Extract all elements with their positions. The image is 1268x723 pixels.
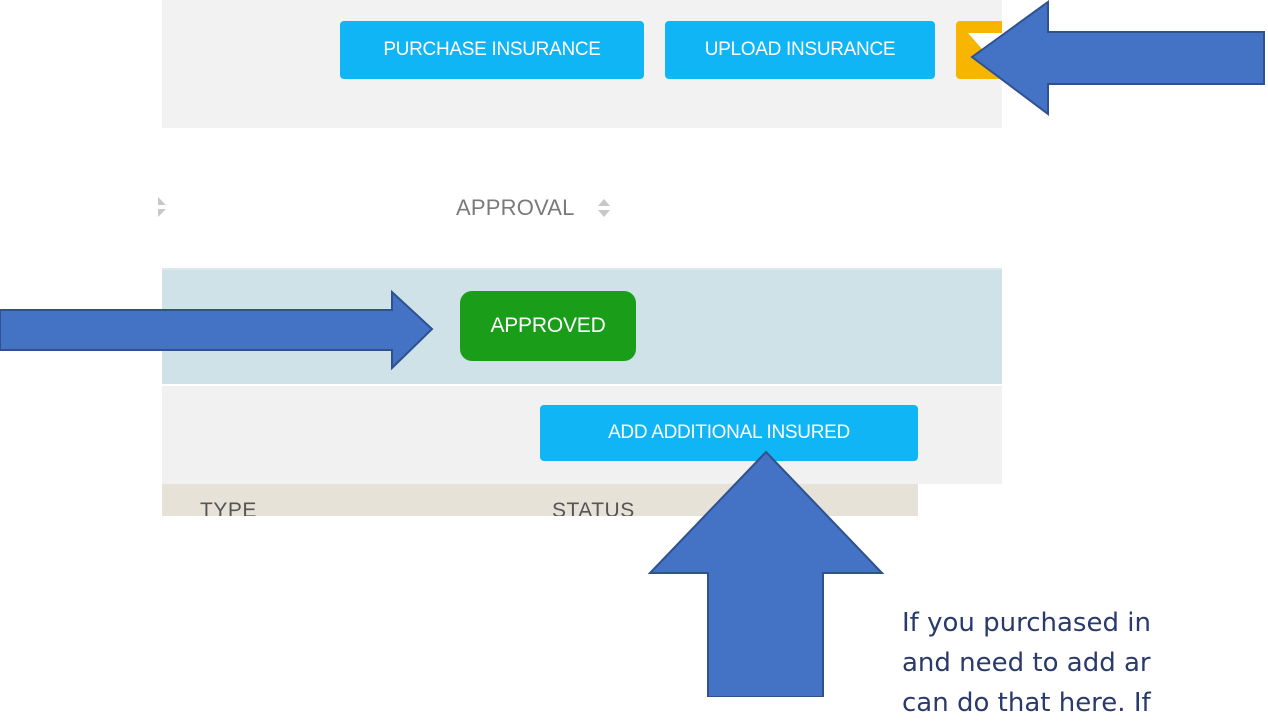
arrow-up-add-insured <box>647 450 885 697</box>
annotation-note: If you purchased in and need to add ar c… <box>902 603 1268 723</box>
annotation-line: and need to add ar <box>902 648 1151 678</box>
annotation-line: If you purchased in <box>902 608 1151 638</box>
arrow-right-approved <box>0 289 434 371</box>
annotation-arrows <box>0 0 1265 697</box>
arrow-left-filter <box>970 0 1265 116</box>
annotation-line: can do that here. If <box>902 688 1151 718</box>
